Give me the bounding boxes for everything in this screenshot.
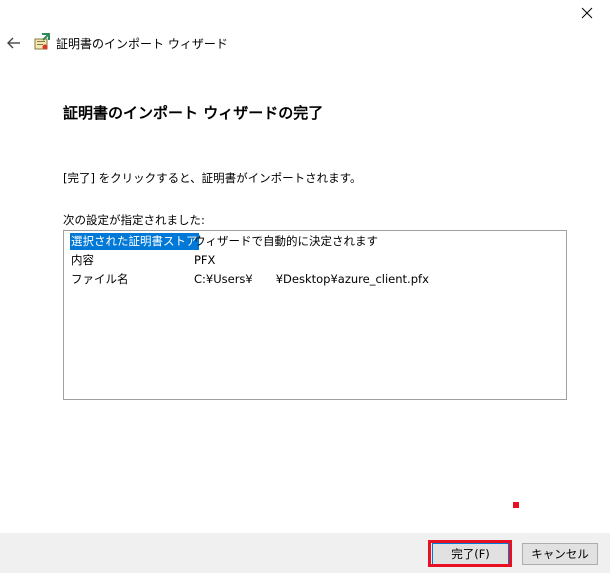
annotation-marker <box>513 502 519 508</box>
certificate-wizard-icon <box>34 33 50 50</box>
settings-row-content[interactable]: 内容 PFX <box>68 252 566 269</box>
certificate-import-wizard-window: 証明書のインポート ウィザード 証明書のインポート ウィザードの完了 [完了] … <box>0 0 610 573</box>
settings-row-filename[interactable]: ファイル名 C:¥Users¥ ¥Desktop¥azure_client.pf… <box>68 271 566 288</box>
settings-list[interactable]: 選択された証明書ストア ウィザードで自動的に決定されます 内容 PFX ファイル… <box>63 230 567 400</box>
cancel-button[interactable]: キャンセル <box>522 543 598 565</box>
back-button[interactable] <box>4 34 24 52</box>
close-button[interactable] <box>572 2 602 24</box>
page-title: 証明書のインポート ウィザードの完了 <box>63 104 324 122</box>
settings-row-store[interactable]: 選択された証明書ストア ウィザードで自動的に決定されます <box>68 233 566 250</box>
close-icon <box>581 7 593 19</box>
window-title: 証明書のインポート ウィザード <box>56 37 228 51</box>
settings-value: ウィザードで自動的に決定されます <box>194 234 378 248</box>
back-arrow-icon <box>7 37 20 49</box>
settings-key: 内容 <box>71 253 94 267</box>
settings-key: 選択された証明書ストア <box>70 233 199 250</box>
footer-bar <box>0 533 610 573</box>
finish-button[interactable]: 完了(F) <box>432 543 509 565</box>
settings-value: C:¥Users¥ ¥Desktop¥azure_client.pfx <box>194 272 429 286</box>
instruction-text: [完了] をクリックすると、証明書がインポートされます。 <box>63 171 362 185</box>
settings-key: ファイル名 <box>71 272 129 286</box>
settings-label: 次の設定が指定されました: <box>63 213 205 227</box>
settings-value: PFX <box>194 253 216 267</box>
